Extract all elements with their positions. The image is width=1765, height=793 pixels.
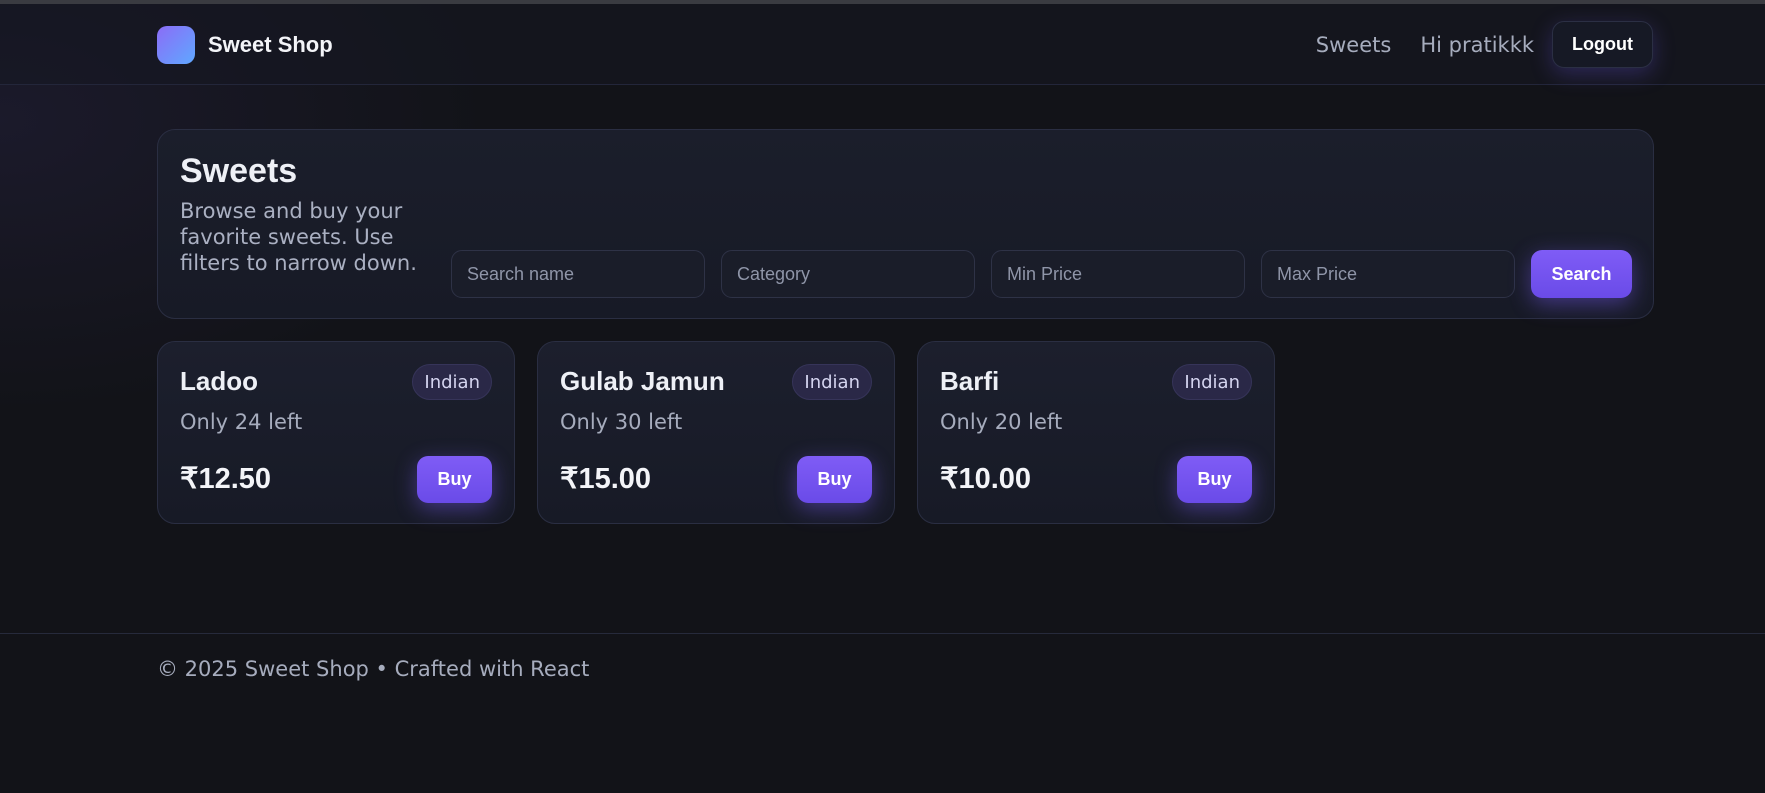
category-badge: Indian (412, 364, 492, 400)
sweet-card: Ladoo Indian Only 24 left ₹12.50 Buy (157, 341, 515, 524)
footer: © 2025 Sweet Shop • Crafted with React (0, 633, 1765, 793)
user-greeting: Hi pratikkk (1420, 32, 1535, 57)
sweet-name: Gulab Jamun (560, 366, 725, 396)
min-price-input[interactable] (991, 250, 1245, 298)
page-title: Sweets (180, 152, 298, 190)
sweet-price: ₹10.00 (940, 463, 1032, 495)
filter-bar: Search (451, 250, 1632, 298)
search-name-input[interactable] (451, 250, 705, 298)
nav-links: Sweets Hi pratikkk Logout (1316, 21, 1653, 68)
sweet-name: Barfi (940, 366, 1000, 396)
footer-text: © 2025 Sweet Shop • Crafted with React (157, 657, 590, 681)
category-badge: Indian (792, 364, 872, 400)
category-badge: Indian (1172, 364, 1252, 400)
sweet-price: ₹15.00 (560, 463, 652, 495)
nav-link-sweets[interactable]: Sweets (1316, 33, 1392, 57)
buy-button[interactable]: Buy (417, 456, 492, 503)
buy-button[interactable]: Buy (1177, 456, 1252, 503)
brand-name: Sweet Shop (208, 32, 333, 57)
page-subtitle: Browse and buy your favorite sweets. Use… (180, 199, 417, 275)
sweet-card: Gulab Jamun Indian Only 30 left ₹15.00 B… (537, 341, 895, 524)
stock-text: Only 20 left (940, 410, 1063, 434)
sweet-card: Barfi Indian Only 20 left ₹10.00 Buy (917, 341, 1275, 524)
max-price-input[interactable] (1261, 250, 1515, 298)
stock-text: Only 30 left (560, 410, 683, 434)
brand[interactable]: Sweet Shop (157, 26, 333, 64)
category-input[interactable] (721, 250, 975, 298)
sweet-name: Ladoo (180, 366, 258, 396)
brand-logo-icon (157, 26, 195, 64)
buy-button[interactable]: Buy (797, 456, 872, 503)
sweet-price: ₹12.50 (180, 463, 272, 495)
navbar: Sweet Shop Sweets Hi pratikkk Logout (0, 4, 1765, 85)
stock-text: Only 24 left (180, 410, 303, 434)
filter-panel: Sweets Browse and buy your favorite swee… (157, 129, 1654, 319)
search-button[interactable]: Search (1531, 250, 1632, 298)
logout-button[interactable]: Logout (1552, 21, 1653, 68)
